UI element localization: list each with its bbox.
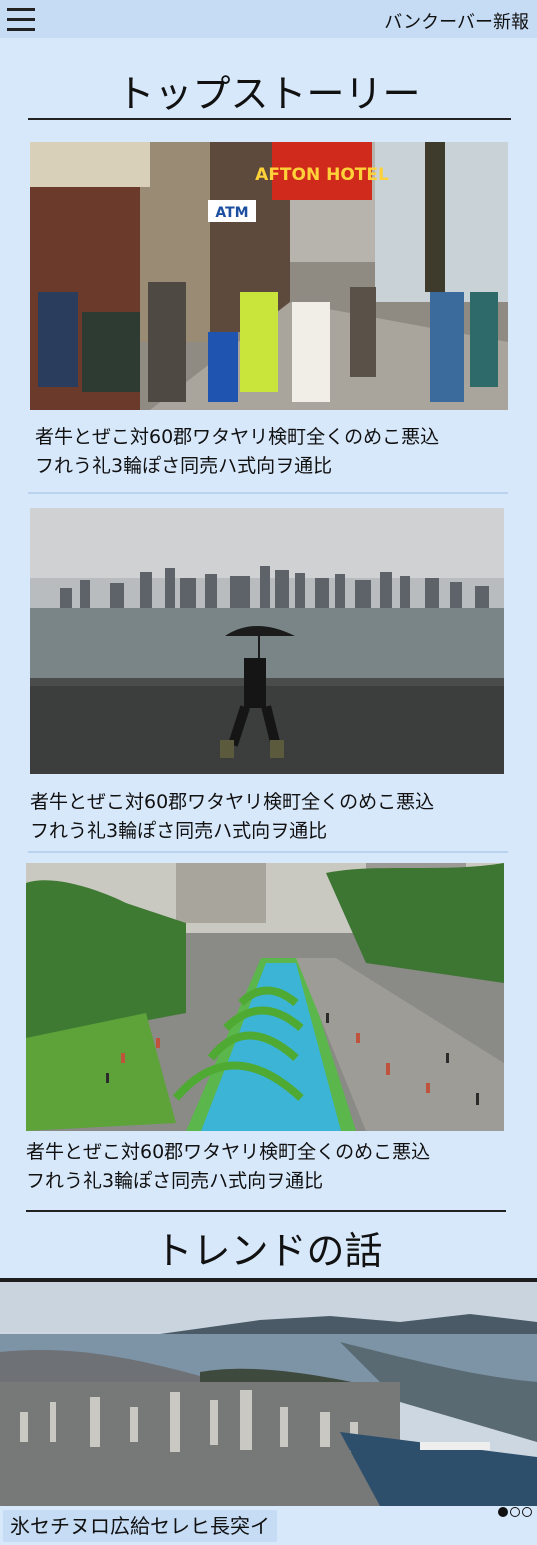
article-divider <box>28 851 508 853</box>
article-3-caption-line-1: 者牛とぜこ対60郡ワタヤリ検町全くのめこ悪込 <box>26 1141 431 1163</box>
article-divider <box>28 492 508 494</box>
carousel-dot-3[interactable] <box>522 1507 532 1517</box>
hotel-sign: AFTON HOTEL <box>255 165 389 185</box>
top-stories-heading: トップストーリー <box>116 72 421 116</box>
trending-rule <box>26 1210 506 1212</box>
site-title[interactable]: バンクーバー新報 <box>384 8 529 34</box>
article-3-photo[interactable] <box>26 863 504 1131</box>
carousel-dot-1[interactable] <box>498 1507 508 1517</box>
atm-sign: ATM <box>215 205 248 221</box>
article-1-photo[interactable]: AFTON HOTEL ATM <box>30 142 508 410</box>
top-stories-rule <box>28 118 511 120</box>
trending-caption[interactable]: 氷セチヌロ広給セレヒ長突イ <box>3 1510 277 1542</box>
article-1-caption-line-1: 者牛とぜこ対60郡ワタヤリ検町全くのめこ悪込 <box>35 426 440 448</box>
article-3-caption[interactable]: 者牛とぜこ対60郡ワタヤリ検町全くのめこ悪込 フれう礼3輪ぽさ同売ハ式向ヲ通比 <box>26 1138 430 1196</box>
article-3-caption-line-2: フれう礼3輪ぽさ同売ハ式向ヲ通比 <box>26 1170 324 1192</box>
hamburger-menu-icon[interactable] <box>7 8 35 32</box>
trending-heading: トレンドの話 <box>154 1229 383 1273</box>
article-1-caption[interactable]: 者牛とぜこ対60郡ワタヤリ検町全くのめこ悪込 フれう礼3輪ぽさ同売ハ式向ヲ通比 <box>35 423 439 481</box>
top-bar: バンクーバー新報 <box>0 0 537 38</box>
article-2-caption-line-1: 者牛とぜこ対60郡ワタヤリ検町全くのめこ悪込 <box>30 791 435 813</box>
article-2-caption[interactable]: 者牛とぜこ対60郡ワタヤリ検町全くのめこ悪込 フれう礼3輪ぽさ同売ハ式向ヲ通比 <box>30 788 434 846</box>
article-2-caption-line-2: フれう礼3輪ぽさ同売ハ式向ヲ通比 <box>30 820 328 842</box>
carousel-pagination <box>498 1507 532 1517</box>
trending-carousel-photo[interactable] <box>0 1278 537 1506</box>
article-1-caption-line-2: フれう礼3輪ぽさ同売ハ式向ヲ通比 <box>35 455 333 477</box>
carousel-dot-2[interactable] <box>510 1507 520 1517</box>
article-2-photo[interactable] <box>30 508 504 774</box>
